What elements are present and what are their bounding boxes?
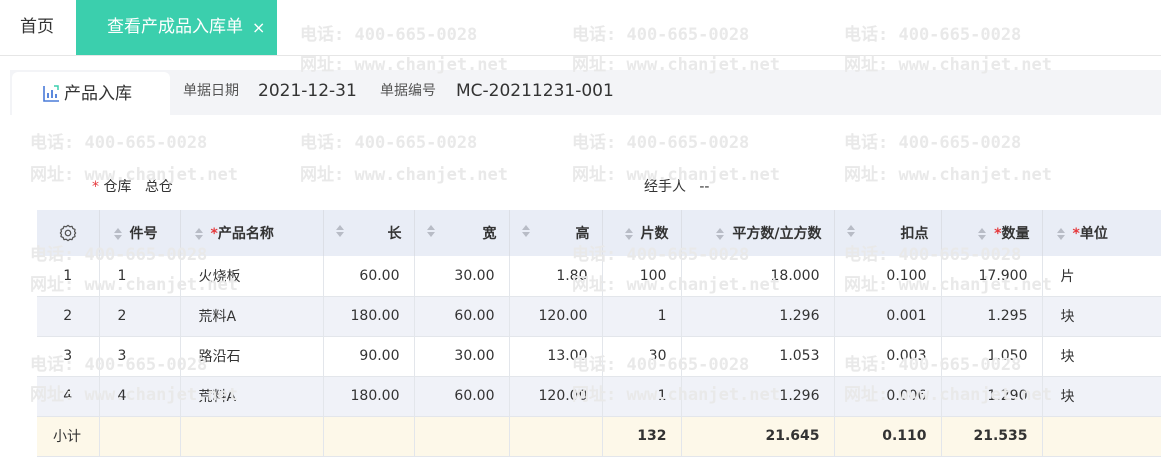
tab-label: 查看产成品入库单 [107,17,243,37]
watermark-phone: 电话: 400-665-0028 [572,133,750,153]
tab-view-product-receipt[interactable]: 查看产成品入库单 × [76,0,277,55]
col-length[interactable]: 长 [323,210,415,256]
col-width[interactable]: 宽 [414,210,510,256]
product-table: 件号 *产品名称 长 宽 高 片数 平方数/立方数 扣点 *数量 *单位 1 1… [37,210,1161,457]
chart-icon [43,85,59,102]
col-part-no[interactable]: 件号 [99,210,181,256]
col-height[interactable]: 高 [509,210,603,256]
table-header: 件号 *产品名称 长 宽 高 片数 平方数/立方数 扣点 *数量 *单位 [37,210,1161,256]
column-settings[interactable] [37,210,100,256]
warehouse-field: * 仓库 总仓 [92,175,173,199]
subtotal-label: 小计 [37,416,100,457]
doc-no-value: MC-20211231-001 [456,81,614,101]
date-value: 2021-12-31 [258,81,357,101]
col-deduction[interactable]: 扣点 [834,210,942,256]
watermark-site: 网址: www.chanjet.net [844,165,1052,185]
tab-home[interactable]: 首页 [20,0,54,55]
warehouse-value: 总仓 [144,179,173,195]
tab-bar: 首页 查看产成品入库单 × [0,0,1161,56]
watermark-phone: 电话: 400-665-0028 [30,133,208,153]
doc-type-tab[interactable]: 产品入库 [12,72,170,116]
col-quantity[interactable]: *数量 [941,210,1043,256]
table-row[interactable]: 4 4 荒料A 180.00 60.00 120.00 1 1.296 0.00… [37,376,1161,417]
col-area[interactable]: 平方数/立方数 [681,210,835,256]
subtotal-row: 小计 132 21.645 0.110 21.535 [37,416,1161,457]
col-pieces[interactable]: 片数 [602,210,682,256]
doc-no-label: 单据编号 [380,83,436,99]
handler-value: -- [699,179,710,195]
required-mark: * [92,179,99,195]
table-row[interactable]: 1 1 火烧板 60.00 30.00 1.80 100 18.000 0.10… [37,256,1161,297]
table-row[interactable]: 3 3 路沿石 90.00 30.00 13.00 30 1.053 0.003… [37,336,1161,377]
close-icon[interactable]: × [252,0,265,55]
handler-label: 经手人 [644,179,686,195]
doc-type-label: 产品入库 [64,84,132,104]
warehouse-label: 仓库 [103,179,132,195]
table-row[interactable]: 2 2 荒料A 180.00 60.00 120.00 1 1.296 0.00… [37,296,1161,337]
handler-field: 经手人 -- [644,175,709,199]
watermark-site: 网址: www.chanjet.net [300,165,508,185]
watermark-phone: 电话: 400-665-0028 [300,133,478,153]
date-label: 单据日期 [183,83,239,99]
col-product-name[interactable]: *产品名称 [180,210,324,256]
watermark-phone: 电话: 400-665-0028 [844,133,1022,153]
col-unit[interactable]: *单位 [1042,210,1161,256]
gear-icon[interactable] [59,224,77,242]
